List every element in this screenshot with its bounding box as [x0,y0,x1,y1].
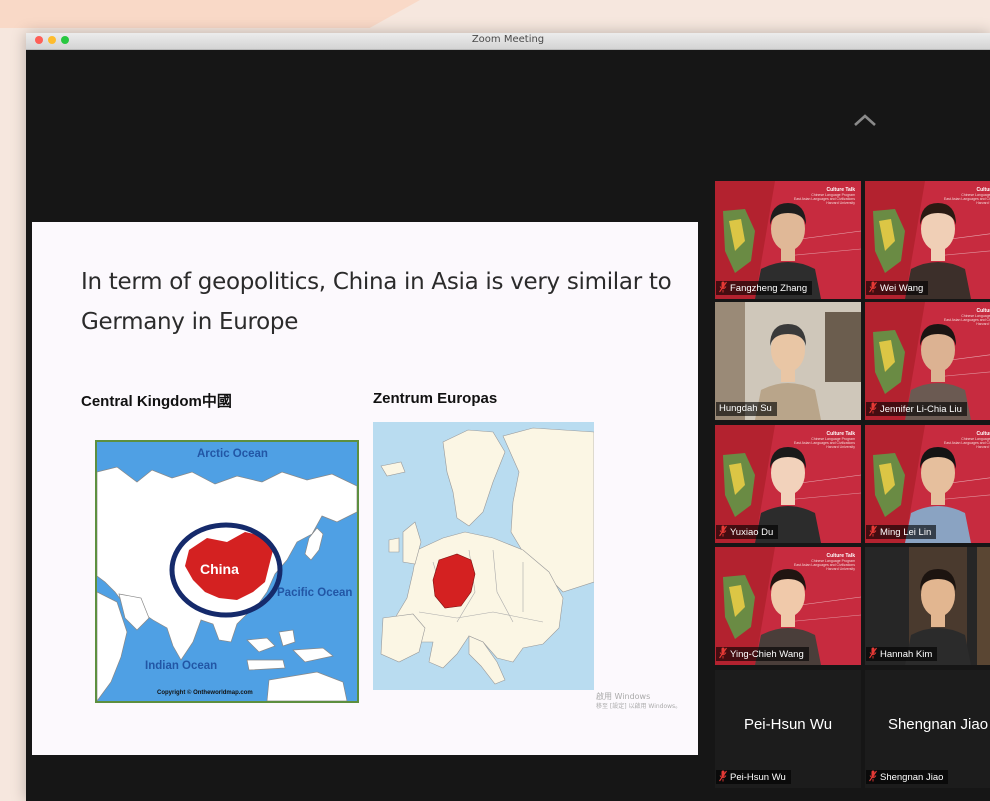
participant-name: Pei-Hsun Wu [730,772,786,783]
shared-screen-slide: In term of geopolitics, China in Asia is… [32,222,698,755]
china-label: China [200,561,239,577]
participant-name: Hannah Kim [880,649,933,660]
zentrum-europas-label: Zentrum Europas [373,390,498,407]
participant-name-tag: Hungdah Su [716,402,777,416]
participant-tile[interactable]: Pei-Hsun Wu Pei-Hsun Wu [715,670,861,788]
muted-mic-icon [719,281,727,293]
pacific-ocean-label: Pacific Ocean [277,587,353,599]
muted-mic-icon [869,402,877,414]
asia-map: Arctic Ocean Pacific Ocean Indian Ocean … [95,440,359,703]
window-title: Zoom Meeting [471,34,545,45]
participant-name-tag: Pei-Hsun Wu [716,770,791,784]
windows-activation-watermark: 啟用 Windows 移至 [設定] 以啟用 Windows。 [596,692,681,712]
participant-name: Hungdah Su [719,403,772,414]
participant-tile[interactable]: Hannah Kim [865,547,990,665]
participant-name: Ming Lei Lin [880,527,932,538]
participant-tile[interactable]: Culture TalkChinese Language ProgramEast… [715,547,861,665]
slide-title-line-1: In term of geopolitics, China in Asia is… [81,269,672,295]
participant-name: Jennifer Li-Chia Liu [880,404,962,415]
participant-tile[interactable]: Culture TalkChinese Language ProgramEast… [865,302,990,420]
participant-name: Ying-Chieh Wang [730,649,804,660]
participant-name-tag: Yuxiao Du [716,525,779,539]
participant-name-tag: Hannah Kim [866,647,938,661]
watermark-line-1: 啟用 Windows [596,692,651,701]
participant-name-tag: Ying-Chieh Wang [716,647,809,661]
participant-tile[interactable]: Culture TalkChinese Language ProgramEast… [865,425,990,543]
arctic-ocean-label: Arctic Ocean [197,448,268,460]
participant-tile[interactable]: Culture TalkChinese Language ProgramEast… [715,181,861,299]
europe-map-graphic [380,427,594,685]
chevron-up-icon[interactable] [852,112,878,128]
participant-tile[interactable]: Hungdah Su [715,302,861,420]
europe-map [373,422,594,690]
participant-name-tag: Shengnan Jiao [866,770,949,784]
map-copyright: Copyright © Ontheworldmap.com [157,690,253,696]
title-bar: Zoom Meeting [26,33,990,50]
video-off-name: Shengnan Jiao [887,716,989,733]
participant-name: Wei Wang [880,283,924,294]
watermark-line-2: 移至 [設定] 以啟用 Windows。 [596,703,682,710]
participant-name-tag: Wei Wang [866,281,929,295]
slide-title-line-2: Germany in Europe [81,309,299,335]
muted-mic-icon [869,770,877,782]
participant-name-tag: Ming Lei Lin [866,525,937,539]
muted-mic-icon [869,525,877,537]
central-kingdom-label: Central Kingdom中國 [81,393,232,410]
participant-tile[interactable]: Shengnan Jiao Shengnan Jiao [865,670,990,788]
desktop-background [0,0,420,28]
indian-ocean-label: Indian Ocean [145,660,218,672]
participant-name-tag: Jennifer Li-Chia Liu [866,402,967,416]
participant-name: Yuxiao Du [730,527,774,538]
video-off-name: Pei-Hsun Wu [743,716,833,733]
meeting-area: In term of geopolitics, China in Asia is… [26,50,990,801]
muted-mic-icon [869,281,877,293]
participant-name: Fangzheng Zhang [730,283,808,294]
participant-name-tag: Fangzheng Zhang [716,281,813,295]
participant-name: Shengnan Jiao [880,772,944,783]
slide-title: In term of geopolitics, China in Asia is… [81,262,672,342]
participant-tile[interactable]: Culture TalkChinese Language ProgramEast… [715,425,861,543]
zoom-window: Zoom Meeting In term of geopolitics, Chi… [26,33,990,801]
muted-mic-icon [719,770,727,782]
muted-mic-icon [869,647,877,659]
muted-mic-icon [719,525,727,537]
participant-tile[interactable]: Culture TalkChinese Language ProgramEast… [865,181,990,299]
muted-mic-icon [719,647,727,659]
